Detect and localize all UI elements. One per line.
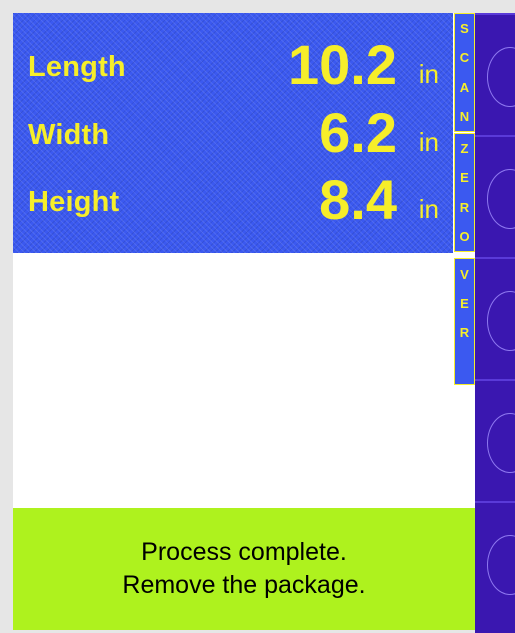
tab-letter: R (459, 325, 470, 340)
ver-tab[interactable]: V E R (454, 258, 475, 385)
measurement-unit: in (418, 127, 439, 157)
measurement-value: 6.2 (319, 101, 397, 164)
measurement-label: Length (28, 51, 126, 83)
tab-letter: O (459, 228, 470, 244)
tab-letter: R (459, 199, 470, 215)
scan-tab[interactable]: S C A N (454, 13, 475, 132)
measurement-panel: Length 10.2 in Width 6.2 in Height 8.4 i… (13, 13, 453, 253)
softkey-ring-icon (487, 47, 515, 107)
status-line-2: Remove the package. (122, 571, 366, 599)
tab-letter: A (459, 79, 470, 95)
softkey-3[interactable] (475, 257, 515, 379)
tab-letter: E (460, 170, 469, 186)
softkey-ring-icon (487, 413, 515, 473)
measurement-unit: in (418, 194, 439, 224)
measurement-unit: in (418, 59, 439, 89)
dimensioner-screen: Length 10.2 in Width 6.2 in Height 8.4 i… (13, 13, 475, 630)
softkey-ring-icon (487, 535, 515, 595)
measurement-row-height: Height 8.4 in (13, 168, 453, 232)
tab-letter: V (460, 267, 469, 282)
tab-letter: S (460, 21, 469, 37)
measurement-row-width: Width 6.2 in (13, 101, 453, 165)
measurement-row-length: Length 10.2 in (13, 33, 453, 97)
zero-tab[interactable]: Z E R O (454, 133, 475, 252)
softkey-5[interactable] (475, 501, 515, 633)
tab-letter: N (459, 108, 470, 124)
status-line-1: Process complete. (141, 538, 347, 566)
tab-letter: Z (460, 141, 469, 157)
status-message-bar: Process complete. Remove the package. (13, 508, 475, 630)
softkey-ring-icon (487, 291, 515, 351)
softkey-column (475, 13, 515, 633)
softkey-1[interactable] (475, 13, 515, 135)
side-tab-strip: S C A N Z E R O V E R (454, 13, 475, 385)
measurement-label: Width (28, 119, 110, 151)
measurement-value: 8.4 (319, 168, 397, 231)
measurement-value: 10.2 (288, 33, 397, 96)
softkey-ring-icon (487, 169, 515, 229)
measurement-label: Height (28, 186, 120, 218)
tab-letter: E (460, 296, 469, 311)
softkey-2[interactable] (475, 135, 515, 257)
tab-letter: C (459, 50, 470, 66)
softkey-4[interactable] (475, 379, 515, 501)
